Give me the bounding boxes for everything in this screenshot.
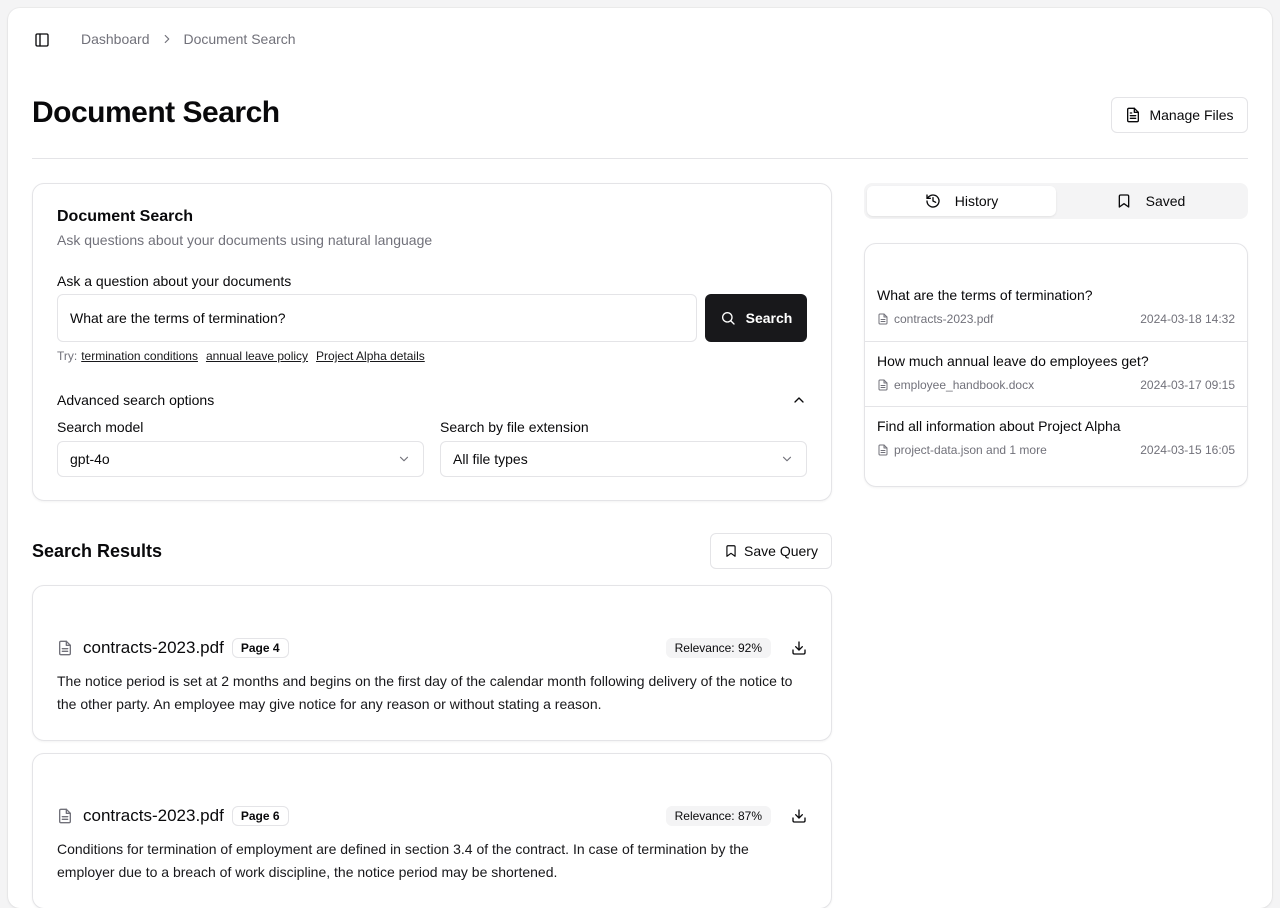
result-file-name[interactable]: contracts-2023.pdf [83,806,224,826]
history-file: contracts-2023.pdf [894,312,994,326]
suggestions-label: Try: [57,349,78,363]
download-button[interactable] [789,638,809,658]
advanced-options-header[interactable]: Advanced search options [57,390,809,410]
suggestion-link[interactable]: annual leave policy [206,349,308,363]
model-label: Search model [57,419,144,435]
relevance-badge: Relevance: 87% [665,806,771,826]
result-card: contracts-2023.pdf Page 4 Relevance: 92%… [32,585,832,741]
search-card-title: Document Search [57,208,194,225]
history-saved-tabs: History Saved [864,183,1248,219]
page-badge: Page 6 [231,806,289,826]
question-label: Ask a question about your documents [57,273,292,289]
history-item[interactable]: Find all information about Project Alpha… [865,406,1247,471]
search-button[interactable]: Search [705,294,807,342]
question-input[interactable] [57,294,697,342]
chevron-right-icon [160,32,174,46]
file-text-icon [878,313,888,325]
result-header: contracts-2023.pdf Page 4 Relevance: 92% [57,638,809,658]
chevron-down-icon [782,456,792,462]
tab-saved-label: Saved [1145,193,1186,209]
download-icon [792,641,806,655]
manage-files-label: Manage Files [1149,107,1234,123]
history-question: Find all information about Project Alpha [877,418,1121,434]
panel-left-icon [35,33,49,47]
advanced-options-label: Advanced search options [57,392,215,408]
header-divider [32,158,1248,159]
tab-saved[interactable]: Saved [1056,186,1245,216]
history-item[interactable]: How much annual leave do employees get? … [865,341,1247,406]
history-item[interactable]: What are the terms of termination? contr… [865,276,1247,341]
download-icon [792,809,806,823]
file-text-icon [59,808,71,824]
result-card: contracts-2023.pdf Page 6 Relevance: 87%… [32,753,832,908]
result-header: contracts-2023.pdf Page 6 Relevance: 87% [57,806,809,826]
result-snippet: The notice period is set at 2 months and… [57,673,793,712]
file-text-icon [59,640,71,656]
search-button-label: Search [745,310,793,326]
search-card-description: Ask questions about your documents using… [57,232,433,248]
extension-select-value: All file types [453,451,528,467]
result-file-name[interactable]: contracts-2023.pdf [83,638,224,658]
result-snippet: Conditions for termination of employment… [57,841,749,880]
download-button[interactable] [789,806,809,826]
tab-history-label: History [954,193,999,209]
chevron-up-icon[interactable] [789,390,809,410]
history-file: project-data.json and 1 more [894,443,1047,457]
relevance-badge: Relevance: 92% [665,638,771,658]
search-icon [721,312,735,325]
suggestions-row: Try: termination conditions annual leave… [57,349,425,363]
extension-label: Search by file extension [440,419,589,435]
save-query-label: Save Query [744,543,818,559]
extension-select[interactable]: All file types [440,441,807,477]
file-text-icon [878,379,888,391]
bookmark-icon [1118,194,1129,208]
breadcrumb: Dashboard Document Search [81,31,296,47]
file-text-icon [1127,107,1140,123]
tab-history[interactable]: History [867,186,1056,216]
history-question: What are the terms of termination? [877,287,1093,303]
suggestion-link[interactable]: Project Alpha details [316,349,425,363]
search-card: Document Search Ask questions about your… [32,183,832,501]
save-query-button[interactable]: Save Query [710,533,832,569]
manage-files-button[interactable]: Manage Files [1111,97,1248,133]
history-date: 2024-03-15 16:05 [1140,443,1235,457]
bookmark-icon [726,545,736,557]
history-date: 2024-03-18 14:32 [1140,312,1235,326]
history-date: 2024-03-17 09:15 [1140,378,1235,392]
breadcrumb-current: Document Search [183,31,296,47]
history-question: How much annual leave do employees get? [877,353,1149,369]
suggestion-link[interactable]: termination conditions [81,349,198,363]
history-list: What are the terms of termination? contr… [864,243,1248,487]
model-select[interactable]: gpt-4o [57,441,424,477]
file-text-icon [878,444,888,456]
app-window: Dashboard Document Search Document Searc… [8,8,1272,908]
page-title: Document Search [32,96,280,129]
history-file: employee_handbook.docx [894,378,1035,392]
sidebar-toggle-button[interactable] [32,30,52,50]
breadcrumb-dashboard-link[interactable]: Dashboard [81,31,150,47]
model-select-value: gpt-4o [70,451,110,467]
page-badge: Page 4 [231,638,289,658]
chevron-down-icon [399,456,409,462]
results-title: Search Results [32,541,163,561]
history-icon [926,194,940,208]
